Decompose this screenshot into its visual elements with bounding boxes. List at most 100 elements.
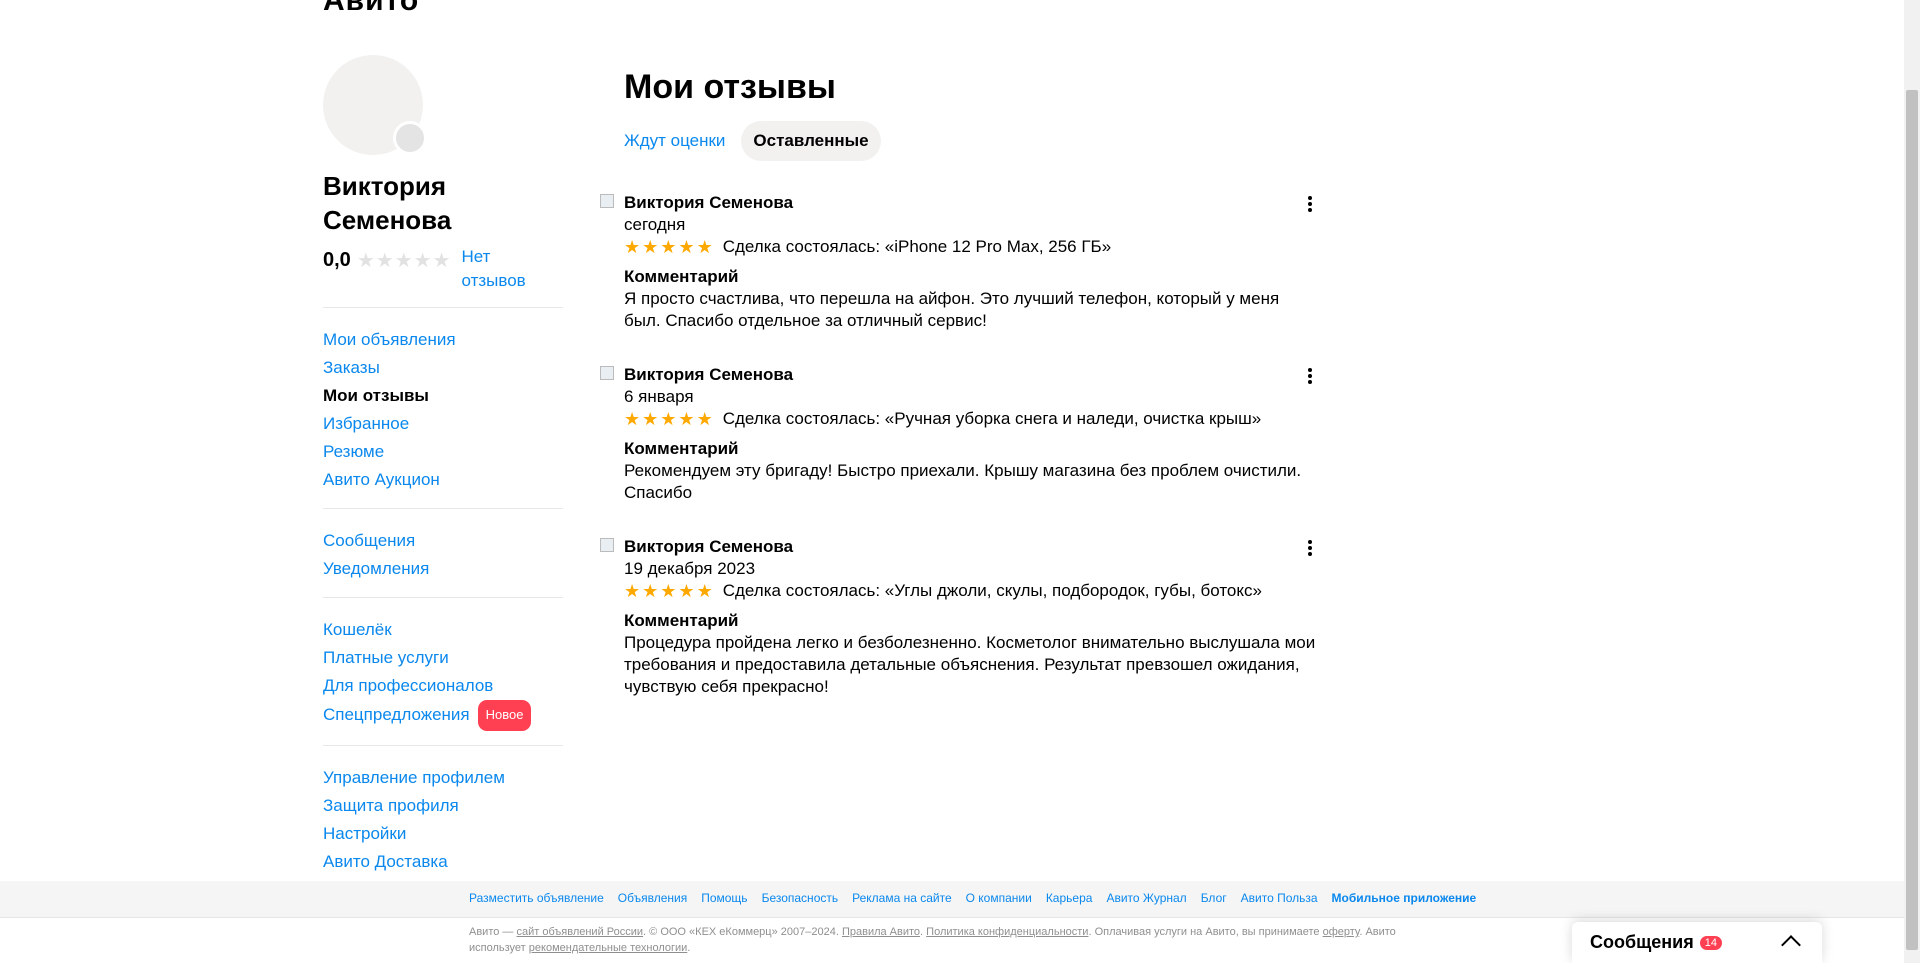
footer-link-security[interactable]: Безопасность — [762, 891, 839, 905]
star-icon: ★ — [678, 581, 695, 601]
menu-auction[interactable]: Авито Аукцион — [323, 466, 563, 494]
page-scrollbar[interactable] — [1904, 0, 1920, 963]
review-author[interactable]: Виктория Семенова — [624, 364, 1320, 386]
more-options-icon[interactable] — [1300, 538, 1320, 558]
menu-group-messages: Сообщения Уведомления — [323, 527, 563, 583]
star-icon: ★ — [696, 237, 713, 257]
menu-settings[interactable]: Настройки — [323, 820, 563, 848]
menu-wallet[interactable]: Кошелёк — [323, 616, 563, 644]
scrollbar-thumb[interactable] — [1906, 90, 1918, 950]
menu-favorites[interactable]: Избранное — [323, 410, 563, 438]
legal-link-privacy[interactable]: Политика конфиденциальности — [926, 926, 1088, 938]
review-deal-row: ★ ★ ★ ★ ★ Сделка состоялась: «iPhone 12 Pro … — [624, 236, 1320, 258]
menu-special-offers-label: Спецпредложения — [323, 705, 470, 724]
footer-link-advertising[interactable]: Реклама на сайте — [852, 891, 952, 905]
logo[interactable]: Авито — [323, 0, 419, 18]
legal-link-rules[interactable]: Правила Авито — [842, 926, 920, 938]
footer-link-mobile-app[interactable]: Мобильное приложение — [1332, 891, 1477, 905]
star-icon: ★ — [678, 409, 695, 429]
menu-notifications[interactable]: Уведомления — [323, 555, 563, 583]
legal-link-site[interactable]: сайт объявлений России — [516, 926, 643, 938]
rating-row: 0,0 ★ ★ ★ ★ ★ Нет отзывов — [323, 243, 563, 293]
comment-label: Комментарий — [624, 439, 739, 458]
tab-awaiting[interactable]: Ждут оценки — [612, 121, 737, 161]
review-deal-row: ★ ★ ★ ★ ★ Сделка состоялась: «Углы джоли, ск… — [624, 580, 1320, 602]
star-icon: ★ — [642, 409, 659, 429]
menu-group-services: Кошелёк Платные услуги Для профессионало… — [323, 616, 563, 731]
star-empty-icon: ★ — [394, 250, 413, 272]
menu-group-listings: Мои объявления Заказы Мои отзывы Избранн… — [323, 326, 563, 494]
legal-text: . Оплачивая услуги на Авито, вы принимае… — [1088, 926, 1323, 938]
menu-orders[interactable]: Заказы — [323, 354, 563, 382]
footer-link-about[interactable]: О компании — [966, 891, 1032, 905]
review-date: 6 января — [624, 387, 694, 406]
comment-text: Я просто счастлива, что перешла на айфон… — [624, 289, 1280, 330]
legal-text: Авито — — [469, 926, 517, 938]
page-title: Мои отзывы — [624, 68, 836, 106]
review-author[interactable]: Виктория Семенова — [624, 536, 1320, 558]
review-deal: Сделка состоялась: «Ручная уборка снега … — [722, 409, 1262, 428]
tab-left[interactable]: Оставленные — [741, 121, 881, 161]
avatar[interactable] — [323, 55, 427, 155]
review-item: Виктория Семенова 6 января ★ ★ ★ ★ ★ Сделка … — [600, 364, 1320, 504]
star-empty-icon: ★ — [432, 250, 451, 272]
menu-my-reviews[interactable]: Мои отзывы — [323, 382, 563, 410]
menu-delivery[interactable]: Авито Доставка — [323, 848, 563, 876]
review-stars: ★ ★ ★ ★ ★ — [624, 580, 715, 602]
footer-link-help[interactable]: Помощь — [701, 891, 747, 905]
menu-for-pros[interactable]: Для профессионалов — [323, 672, 563, 700]
star-icon: ★ — [660, 409, 677, 429]
footer-link-benefit[interactable]: Авито Польза — [1241, 891, 1318, 905]
footer-legal: Авито — сайт объявлений России. © ООО «К… — [469, 924, 1429, 956]
divider — [323, 307, 563, 308]
star-icon: ★ — [660, 581, 677, 601]
review-deal: Сделка состоялась: «iPhone 12 Pro Max, 2… — [722, 237, 1112, 256]
review-thumbnail-icon — [600, 366, 614, 380]
messages-widget[interactable]: Сообщения 14 — [1572, 922, 1822, 963]
review-thumbnail-icon — [600, 538, 614, 552]
footer-link-careers[interactable]: Карьера — [1046, 891, 1093, 905]
comment-label: Комментарий — [624, 611, 739, 630]
menu-profile-protection[interactable]: Защита профиля — [323, 792, 563, 820]
star-empty-icon: ★ — [356, 250, 375, 272]
more-options-icon[interactable] — [1300, 366, 1320, 386]
divider — [323, 508, 563, 509]
comment-text: Процедура пройдена легко и безболезненно… — [624, 633, 1316, 696]
star-icon: ★ — [624, 409, 641, 429]
menu-messages[interactable]: Сообщения — [323, 527, 563, 555]
review-author[interactable]: Виктория Семенова — [624, 192, 1320, 214]
footer-link-blog[interactable]: Блог — [1201, 891, 1227, 905]
footer-link-ads[interactable]: Объявления — [618, 891, 687, 905]
star-icon: ★ — [696, 581, 713, 601]
divider — [323, 597, 563, 598]
legal-link-recommendations[interactable]: рекомендательные технологии — [529, 942, 688, 954]
legal-text: . © ООО «КЕХ еКоммерц» 2007–2024. — [643, 926, 842, 938]
review-tabs: Ждут оценки Оставленные — [612, 121, 1324, 161]
more-options-icon[interactable] — [1300, 194, 1320, 214]
star-icon: ★ — [678, 237, 695, 257]
footer-divider — [0, 917, 1904, 918]
menu-special-offers[interactable]: Спецпредложения Новое — [323, 700, 563, 731]
no-reviews-link[interactable]: Нет отзывов — [462, 245, 526, 293]
divider — [323, 745, 563, 746]
menu-my-ads[interactable]: Мои объявления — [323, 326, 563, 354]
review-stars: ★ ★ ★ ★ ★ — [624, 236, 715, 258]
footer-links: Разместить объявление Объявления Помощь … — [469, 891, 1490, 905]
menu-profile-management[interactable]: Управление профилем — [323, 764, 563, 792]
main-content: Мои отзывы Ждут оценки Оставленные — [624, 68, 1324, 161]
star-icon: ★ — [660, 237, 677, 257]
star-icon: ★ — [624, 237, 641, 257]
footer-link-post-ad[interactable]: Разместить объявление — [469, 891, 604, 905]
messages-widget-title: Сообщения — [1590, 932, 1694, 952]
messages-count-badge: 14 — [1699, 935, 1722, 950]
menu-paid-services[interactable]: Платные услуги — [323, 644, 563, 672]
review-date: 19 декабря 2023 — [624, 559, 756, 578]
menu-resume[interactable]: Резюме — [323, 438, 563, 466]
legal-text: . — [687, 942, 691, 954]
star-empty-icon: ★ — [413, 250, 432, 272]
review-item: Виктория Семенова 19 декабря 2023 ★ ★ ★ ★ ★ … — [600, 536, 1320, 698]
rating-value: 0,0 — [323, 249, 351, 271]
footer-link-journal[interactable]: Авито Журнал — [1106, 891, 1186, 905]
legal-link-offer[interactable]: оферту — [1323, 926, 1360, 938]
chevron-up-icon[interactable] — [1781, 935, 1801, 955]
